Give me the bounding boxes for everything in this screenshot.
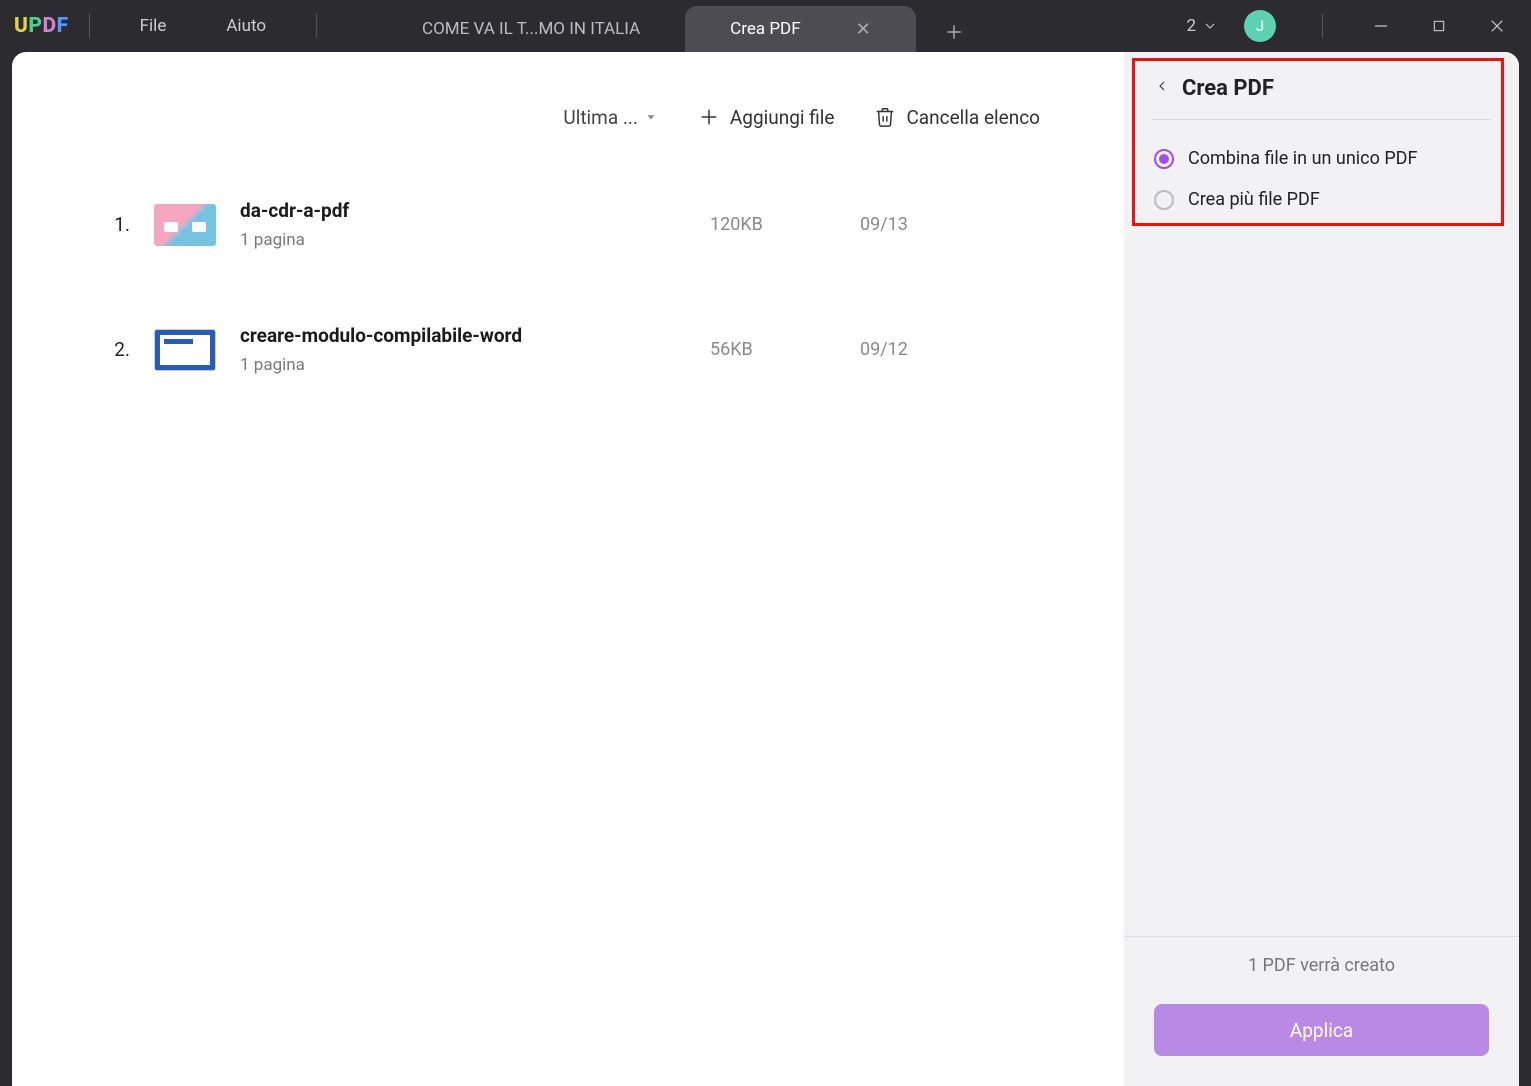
file-thumbnail xyxy=(154,204,216,246)
sort-label: Ultima ... xyxy=(563,106,638,129)
sort-dropdown[interactable]: Ultima ... xyxy=(563,106,658,129)
apply-button[interactable]: Applica xyxy=(1154,1004,1489,1056)
tab-label: Crea PDF xyxy=(730,19,800,39)
file-row[interactable]: 2. creare-modulo-compilabile-word 1 pagi… xyxy=(90,287,1040,412)
window-count-dropdown[interactable]: 2 xyxy=(1186,16,1218,36)
file-date: 09/12 xyxy=(860,339,1040,360)
titlebar: UPDF File Aiuto COME VA IL T...MO IN ITA… xyxy=(0,0,1531,52)
file-thumbnail xyxy=(154,329,216,371)
radio-label: Combina file in un unico PDF xyxy=(1188,148,1417,169)
maximize-button[interactable] xyxy=(1419,6,1459,46)
chevron-left-icon xyxy=(1154,78,1170,94)
option-combine-single-pdf[interactable]: Combina file in un unico PDF xyxy=(1124,138,1519,179)
clear-list-label: Cancella elenco xyxy=(906,106,1040,129)
radio-selected-icon xyxy=(1154,149,1174,169)
divider xyxy=(89,14,90,38)
tab-label: COME VA IL T...MO IN ITALIA xyxy=(422,19,640,39)
radio-unselected-icon xyxy=(1154,190,1174,210)
close-icon[interactable]: ✕ xyxy=(856,19,871,40)
file-panel: Ultima ... Aggiungi file Cancella elenco… xyxy=(12,52,1124,1086)
back-button[interactable] xyxy=(1154,78,1170,99)
file-info: da-cdr-a-pdf 1 pagina xyxy=(240,199,710,250)
file-toolbar: Ultima ... Aggiungi file Cancella elenco xyxy=(60,82,1080,152)
divider xyxy=(1322,14,1323,38)
plus-icon xyxy=(698,106,720,128)
file-name: da-cdr-a-pdf xyxy=(240,199,710,222)
divider xyxy=(316,14,317,38)
file-pages: 1 pagina xyxy=(240,230,710,250)
menu-help[interactable]: Aiuto xyxy=(196,16,296,36)
file-size: 56KB xyxy=(710,339,860,360)
status-text: 1 PDF verrà creato xyxy=(1124,936,1519,1004)
close-window-button[interactable] xyxy=(1477,6,1517,46)
file-pages: 1 pagina xyxy=(240,355,710,375)
tab-crea-pdf[interactable]: Crea PDF ✕ xyxy=(685,6,916,52)
divider xyxy=(1152,119,1491,120)
menu-file[interactable]: File xyxy=(110,16,197,36)
side-panel: Crea PDF Combina file in un unico PDF Cr… xyxy=(1124,52,1519,1086)
chevron-down-icon xyxy=(644,110,658,124)
chevron-down-icon xyxy=(1202,18,1218,34)
tab-strip: COME VA IL T...MO IN ITALIA Crea PDF ✕ xyxy=(377,0,1186,52)
main-area: Ultima ... Aggiungi file Cancella elenco… xyxy=(12,52,1519,1086)
file-date: 09/13 xyxy=(860,214,1040,235)
clear-list-button[interactable]: Cancella elenco xyxy=(874,106,1040,129)
side-panel-footer: 1 PDF verrà creato Applica xyxy=(1124,936,1519,1086)
tab-document-1[interactable]: COME VA IL T...MO IN ITALIA xyxy=(377,6,685,52)
file-index: 1. xyxy=(90,213,130,236)
file-info: creare-modulo-compilabile-word 1 pagina xyxy=(240,324,710,375)
side-panel-title: Crea PDF xyxy=(1182,76,1274,101)
avatar[interactable]: J xyxy=(1244,10,1276,42)
window-controls-group: 2 J xyxy=(1186,6,1531,46)
file-name: creare-modulo-compilabile-word xyxy=(240,324,710,347)
file-index: 2. xyxy=(90,338,130,361)
radio-label: Crea più file PDF xyxy=(1188,189,1320,210)
side-panel-header: Crea PDF xyxy=(1124,52,1519,119)
option-create-multiple-pdf[interactable]: Crea più file PDF xyxy=(1124,179,1519,220)
add-file-button[interactable]: Aggiungi file xyxy=(698,106,835,129)
app-logo: UPDF xyxy=(14,14,69,38)
new-tab-button[interactable] xyxy=(934,12,974,52)
window-count-value: 2 xyxy=(1186,16,1196,36)
minimize-button[interactable] xyxy=(1361,6,1401,46)
trash-icon xyxy=(874,106,896,128)
add-file-label: Aggiungi file xyxy=(730,106,835,129)
file-size: 120KB xyxy=(710,214,860,235)
file-list: 1. da-cdr-a-pdf 1 pagina 120KB 09/13 2. … xyxy=(60,152,1080,412)
file-row[interactable]: 1. da-cdr-a-pdf 1 pagina 120KB 09/13 xyxy=(90,162,1040,287)
